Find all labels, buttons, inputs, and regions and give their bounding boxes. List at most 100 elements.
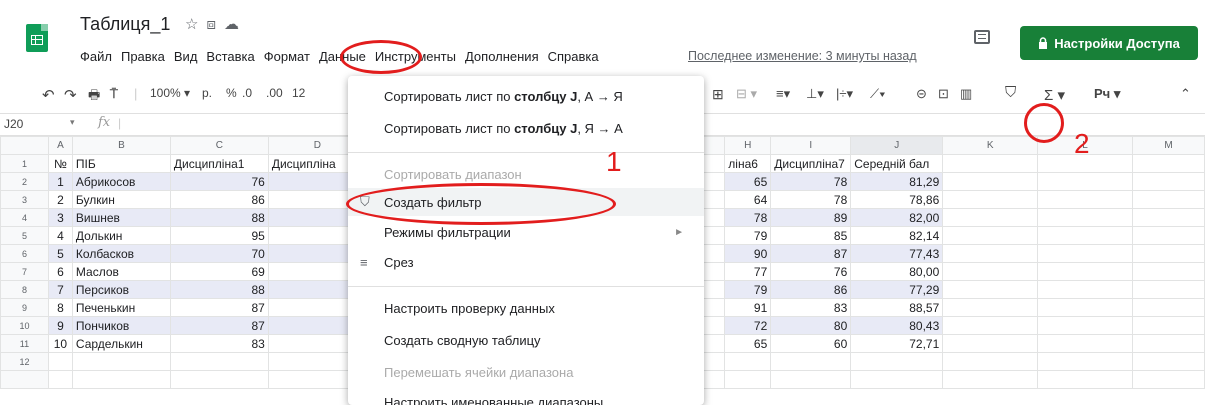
- move-folder-icon[interactable]: ⧈: [206, 16, 224, 33]
- collapse-toolbar-icon[interactable]: ⌃: [1180, 86, 1191, 102]
- col-header-h[interactable]: H: [724, 136, 772, 155]
- cell-discipline1[interactable]: 83: [169, 334, 269, 353]
- cell-name[interactable]: Персиков: [71, 280, 171, 299]
- cell-number[interactable]: 9: [47, 316, 73, 335]
- cell-average[interactable]: 80,00: [850, 262, 944, 281]
- cell-discipline7[interactable]: 89: [770, 208, 852, 227]
- functions-button[interactable]: Σ ▾: [1044, 86, 1065, 104]
- cell-name[interactable]: Пончиков: [71, 316, 171, 335]
- sort-sheet-desc-item[interactable]: Сортировать лист по столбцу J, Я → А: [348, 114, 704, 142]
- cell-discipline7[interactable]: 78: [770, 172, 852, 191]
- insert-link-icon[interactable]: ⊝: [916, 86, 927, 102]
- menu-addons[interactable]: Дополнения: [465, 49, 539, 64]
- row-header[interactable]: 6: [0, 244, 49, 263]
- currency-format-button[interactable]: р.: [202, 86, 212, 100]
- align-horizontal-icon[interactable]: ≡▾: [776, 86, 790, 102]
- cell-discipline6[interactable]: 65: [724, 172, 772, 191]
- cell-discipline6[interactable]: 72: [724, 316, 772, 335]
- row-header[interactable]: 12: [0, 352, 49, 371]
- cell-discipline6[interactable]: 65: [724, 334, 772, 353]
- col-header-i[interactable]: I: [770, 136, 852, 155]
- cell-average[interactable]: 82,14: [850, 226, 944, 245]
- cell-discipline1[interactable]: 87: [169, 316, 269, 335]
- menu-format[interactable]: Формат: [264, 49, 310, 64]
- zoom-select[interactable]: 100% ▾: [150, 86, 190, 100]
- cell-name[interactable]: Абрикосов: [71, 172, 171, 191]
- header-cell-number[interactable]: №: [47, 154, 73, 173]
- align-vertical-icon[interactable]: ⊥▾: [806, 86, 824, 102]
- row-header[interactable]: 9: [0, 298, 49, 317]
- cell-name[interactable]: Сарделькин: [71, 334, 171, 353]
- cell-discipline1[interactable]: 88: [169, 208, 269, 227]
- borders-icon[interactable]: ⊞: [712, 86, 724, 103]
- header-cell-discipline1[interactable]: Дисципліна1: [169, 154, 269, 173]
- cell-discipline6[interactable]: 79: [724, 226, 772, 245]
- cell-number[interactable]: 4: [47, 226, 73, 245]
- cell-discipline7[interactable]: 76: [770, 262, 852, 281]
- cell-average[interactable]: 77,43: [850, 244, 944, 263]
- cell-discipline6[interactable]: 64: [724, 190, 772, 209]
- cell-discipline7[interactable]: 60: [770, 334, 852, 353]
- header-cell-discipline6[interactable]: ліна6: [724, 154, 772, 173]
- cell-number[interactable]: 3: [47, 208, 73, 227]
- redo-icon[interactable]: ↷: [64, 86, 77, 104]
- cell-discipline1[interactable]: 76: [169, 172, 269, 191]
- cell-name[interactable]: Долькин: [71, 226, 171, 245]
- header-cell-name[interactable]: ПІБ: [71, 154, 171, 173]
- cell-average[interactable]: 88,57: [850, 298, 944, 317]
- row-header[interactable]: 7: [0, 262, 49, 281]
- menu-insert[interactable]: Вставка: [206, 49, 254, 64]
- text-rotate-icon[interactable]: ⟋▾: [870, 86, 885, 102]
- header-cell-discipline7[interactable]: Дисципліна7: [770, 154, 852, 173]
- cell-discipline1[interactable]: 88: [169, 280, 269, 299]
- cell-discipline7[interactable]: 85: [770, 226, 852, 245]
- cell-discipline6[interactable]: 77: [724, 262, 772, 281]
- filter-icon[interactable]: ⛉: [1005, 84, 1016, 101]
- cell-discipline6[interactable]: 78: [724, 208, 772, 227]
- cell-discipline7[interactable]: 83: [770, 298, 852, 317]
- cell-discipline6[interactable]: 90: [724, 244, 772, 263]
- share-button[interactable]: Настройки Доступа: [1020, 26, 1198, 60]
- cell-discipline1[interactable]: 70: [169, 244, 269, 263]
- menu-edit[interactable]: Правка: [121, 49, 165, 64]
- row-header[interactable]: 8: [0, 280, 49, 299]
- cell-average[interactable]: 80,43: [850, 316, 944, 335]
- col-header-j[interactable]: J: [850, 136, 944, 155]
- sort-sheet-asc-item[interactable]: Сортировать лист по столбцу J, А → Я: [348, 82, 704, 110]
- sheets-logo[interactable]: [26, 24, 48, 52]
- menu-file[interactable]: Файл: [80, 49, 112, 64]
- header-cell-average[interactable]: Середній бал: [850, 154, 944, 173]
- row-header[interactable]: 1: [0, 154, 49, 173]
- cell-discipline1[interactable]: 69: [169, 262, 269, 281]
- input-tools-button[interactable]: Рч ▾: [1094, 86, 1120, 102]
- cell-number[interactable]: 10: [47, 334, 73, 353]
- percent-format-button[interactable]: %: [226, 86, 237, 100]
- menu-help[interactable]: Справка: [548, 49, 599, 64]
- cell-discipline6[interactable]: 79: [724, 280, 772, 299]
- more-formats-button[interactable]: 12: [292, 86, 305, 100]
- print-icon[interactable]: 🖶: [88, 86, 100, 108]
- col-header-b[interactable]: B: [71, 136, 171, 155]
- cell-discipline1[interactable]: 87: [169, 298, 269, 317]
- cell-name[interactable]: Печенькин: [71, 298, 171, 317]
- decrease-decimal-button[interactable]: .0: [242, 86, 252, 100]
- cell-number[interactable]: 7: [47, 280, 73, 299]
- document-title[interactable]: Таблиця_1: [80, 14, 170, 35]
- undo-icon[interactable]: ↶: [42, 86, 55, 104]
- cell-discipline7[interactable]: 86: [770, 280, 852, 299]
- col-header-a[interactable]: A: [47, 136, 73, 155]
- cell-discipline7[interactable]: 78: [770, 190, 852, 209]
- randomize-range-item[interactable]: Перемешать ячейки диапазона: [348, 358, 704, 386]
- cell-name[interactable]: Маслов: [71, 262, 171, 281]
- star-icon[interactable]: ☆: [185, 15, 206, 33]
- cell-discipline1[interactable]: 86: [169, 190, 269, 209]
- cell-discipline7[interactable]: 87: [770, 244, 852, 263]
- insert-comment-icon[interactable]: ⊡: [938, 86, 949, 102]
- row-header[interactable]: 4: [0, 208, 49, 227]
- col-header-k[interactable]: K: [942, 136, 1039, 155]
- name-box[interactable]: J20: [4, 117, 23, 131]
- col-header-m[interactable]: M: [1132, 136, 1205, 155]
- cell-average[interactable]: 72,71: [850, 334, 944, 353]
- cell-average[interactable]: 77,29: [850, 280, 944, 299]
- cell-average[interactable]: 82,00: [850, 208, 944, 227]
